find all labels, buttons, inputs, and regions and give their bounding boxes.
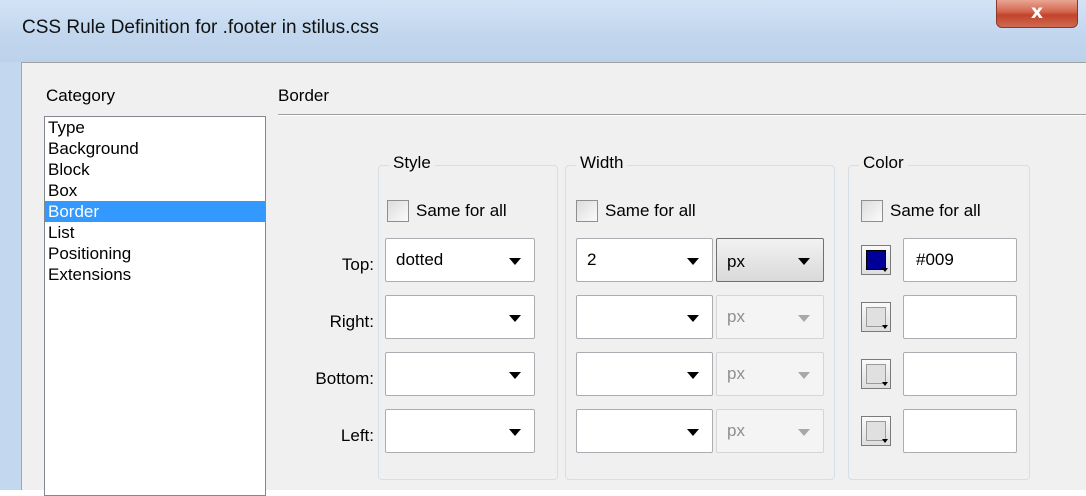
width-left-select[interactable] xyxy=(576,409,713,453)
close-icon: x xyxy=(1030,1,1044,23)
color-picker-icon xyxy=(866,421,886,441)
chevron-down-icon xyxy=(687,372,699,379)
width-top-value: 2 xyxy=(587,250,597,269)
width-bottom-unit-select: px xyxy=(716,352,824,396)
category-item-block[interactable]: Block xyxy=(45,159,265,180)
color-same-for-all-checkbox[interactable] xyxy=(861,200,883,222)
style-left-select[interactable] xyxy=(385,409,535,453)
width-top-unit-value: px xyxy=(727,252,745,271)
chevron-down-icon xyxy=(687,315,699,322)
category-item-positioning[interactable]: Positioning xyxy=(45,243,265,264)
chevron-down-icon xyxy=(798,429,810,436)
style-group: Style Same for all dotted xyxy=(378,153,558,480)
category-item-background[interactable]: Background xyxy=(45,138,265,159)
color-same-for-all-label: Same for all xyxy=(890,201,981,220)
window-title: CSS Rule Definition for .footer in stilu… xyxy=(22,17,379,38)
style-group-legend: Style xyxy=(389,153,435,173)
row-label-bottom: Bottom: xyxy=(315,369,374,388)
row-label-left: Left: xyxy=(340,426,374,445)
width-group-legend: Width xyxy=(576,153,628,173)
color-group-legend: Color xyxy=(859,153,908,173)
row-label-right: Right: xyxy=(329,312,374,331)
chevron-down-icon xyxy=(798,315,810,322)
section-divider xyxy=(278,114,1086,115)
category-item-list[interactable]: List xyxy=(45,222,265,243)
category-list[interactable]: Type Background Block Box Border List Po… xyxy=(44,116,266,496)
style-right-select[interactable] xyxy=(385,295,535,339)
color-right-picker[interactable] xyxy=(861,302,891,332)
style-top-select[interactable]: dotted xyxy=(385,238,535,282)
close-button[interactable]: x xyxy=(996,0,1078,28)
width-top-unit-select[interactable]: px xyxy=(716,238,824,282)
color-right-field[interactable] xyxy=(903,295,1017,339)
color-group: Color Same for all #009 xyxy=(848,153,1030,480)
color-top-picker[interactable] xyxy=(861,245,891,275)
chevron-down-icon xyxy=(798,372,810,379)
width-right-unit-select: px xyxy=(716,295,824,339)
category-item-type[interactable]: Type xyxy=(45,117,265,138)
chevron-down-icon xyxy=(509,429,521,436)
width-same-for-all-checkbox[interactable] xyxy=(576,200,598,222)
style-top-value: dotted xyxy=(396,250,444,269)
category-item-extensions[interactable]: Extensions xyxy=(45,264,265,285)
chevron-down-icon xyxy=(687,429,699,436)
chevron-down-icon xyxy=(687,258,699,265)
color-picker-icon xyxy=(866,364,886,384)
section-title: Border xyxy=(278,86,330,105)
width-left-unit-select: px xyxy=(716,409,824,453)
dialog-body: Category Type Background Block Box Borde… xyxy=(22,62,1086,496)
chevron-down-icon xyxy=(509,315,521,322)
color-left-picker[interactable] xyxy=(861,416,891,446)
width-group: Width Same for all 2 px px px px xyxy=(565,153,835,480)
width-same-for-all-label: Same for all xyxy=(605,201,696,220)
color-picker-icon xyxy=(866,250,886,270)
width-bottom-select[interactable] xyxy=(576,352,713,396)
row-label-top: Top: xyxy=(341,255,374,274)
chevron-down-icon xyxy=(509,258,521,265)
color-bottom-picker[interactable] xyxy=(861,359,891,389)
color-top-field[interactable]: #009 xyxy=(903,238,1017,282)
category-label: Category xyxy=(46,86,115,105)
width-top-select[interactable]: 2 xyxy=(576,238,713,282)
style-same-for-all-checkbox[interactable] xyxy=(387,200,409,222)
style-bottom-select[interactable] xyxy=(385,352,535,396)
color-top-value: #009 xyxy=(916,250,954,269)
window-frame-left xyxy=(0,62,22,490)
chevron-down-icon xyxy=(509,372,521,379)
color-bottom-field[interactable] xyxy=(903,352,1017,396)
width-right-select[interactable] xyxy=(576,295,713,339)
color-picker-icon xyxy=(866,307,886,327)
category-item-border[interactable]: Border xyxy=(45,201,265,222)
style-same-for-all-label: Same for all xyxy=(416,201,507,220)
title-bar: CSS Rule Definition for .footer in stilu… xyxy=(0,0,1086,62)
chevron-down-icon xyxy=(798,258,810,265)
color-left-field[interactable] xyxy=(903,409,1017,453)
category-item-box[interactable]: Box xyxy=(45,180,265,201)
